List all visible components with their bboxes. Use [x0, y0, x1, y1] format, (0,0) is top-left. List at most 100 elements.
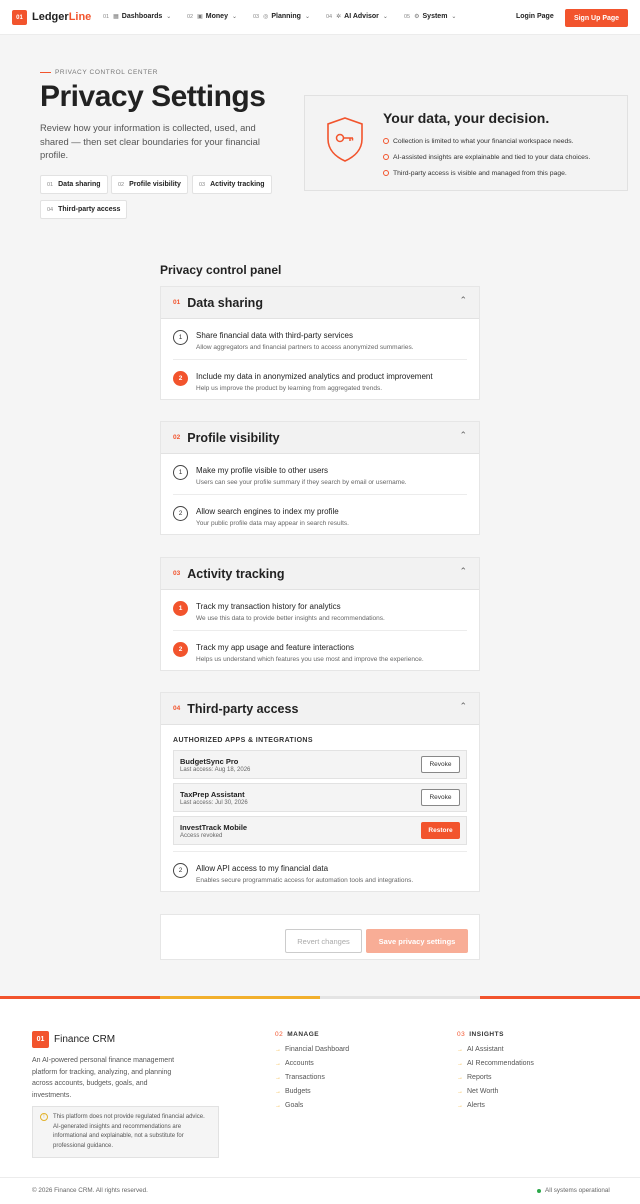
page-description: Review how your information is collected…	[40, 122, 260, 160]
app-last-access: Last access: Jul 30, 2026	[180, 800, 248, 806]
nav-item-ai-advisor[interactable]: 04 ✲ AI Advisor ⌄	[326, 13, 388, 20]
warning-icon: !	[40, 1113, 48, 1121]
app-name: InvestTrack Mobile	[180, 823, 248, 832]
app-name: BudgetSync Pro	[180, 757, 239, 766]
section-data-sharing: 01 Data sharing ⌃ 1 Share financial data…	[160, 286, 480, 400]
arrow-icon: →	[457, 1089, 463, 1095]
card-point-text: Collection is limited to what your finan…	[393, 137, 574, 145]
section-header[interactable]: 02 Profile visibility ⌃	[161, 422, 479, 454]
setting-row[interactable]: 2 Include my data in anonymized analytic…	[173, 359, 467, 399]
setting-description: Enables secure programmatic access for a…	[196, 877, 414, 884]
chip-third-party-access[interactable]: 04 Third-party access	[40, 200, 128, 219]
footer-link-label: Budgets	[285, 1088, 311, 1095]
footer-link[interactable]: → AI Recommendations	[457, 1060, 534, 1067]
footer-accent-bar	[480, 996, 640, 999]
footer-link[interactable]: → Alerts	[457, 1102, 485, 1109]
signup-button[interactable]: Sign Up Page	[565, 9, 628, 27]
setting-row[interactable]: 1 Share financial data with third-party …	[173, 319, 467, 359]
nav-num: 03	[253, 13, 260, 20]
brand-name-b: Line	[68, 11, 92, 23]
state-indicator[interactable]: 2	[173, 642, 188, 657]
footer-link[interactable]: → Reports	[457, 1074, 492, 1081]
card-point: AI-assisted insights are explainable and…	[383, 149, 590, 165]
footer-link[interactable]: → Goals	[275, 1102, 303, 1109]
footer-link[interactable]: → Financial Dashboard	[275, 1046, 349, 1053]
apps-heading: AUTHORIZED APPS & INTEGRATIONS	[173, 737, 313, 744]
chevron-up-icon[interactable]: ⌃	[459, 566, 467, 577]
chevron-up-icon[interactable]: ⌃	[459, 295, 467, 306]
chevron-down-icon: ⌄	[231, 14, 237, 20]
state-indicator[interactable]: 1	[173, 465, 188, 480]
setting-description: Help us improve the product by learning …	[196, 385, 383, 392]
status-dot-icon	[537, 1188, 541, 1193]
state-indicator[interactable]: 2	[173, 506, 188, 521]
nav-item-planning[interactable]: 03 ◎ Planning ⌄	[253, 13, 310, 20]
arrow-icon: →	[275, 1089, 281, 1095]
section-num: 03	[173, 570, 181, 577]
logo-badge[interactable]: 01	[12, 10, 27, 25]
setting-row[interactable]: 1 Make my profile visible to other users…	[173, 454, 467, 494]
footer-accent-bar	[320, 996, 480, 999]
chevron-up-icon[interactable]: ⌃	[459, 701, 467, 712]
setting-description: Your public profile data may appear in s…	[196, 520, 349, 527]
revoke-button[interactable]: Revoke	[421, 789, 460, 806]
app-item-taxprep: TaxPrep Assistant Last access: Jul 30, 2…	[173, 783, 467, 812]
app-name: TaxPrep Assistant	[180, 790, 245, 799]
nav-item-money[interactable]: 02 ▣ Money ⌄	[187, 13, 237, 20]
section-header[interactable]: 04 Third-party access ⌃	[161, 693, 479, 725]
footer-link-label: AI Assistant	[467, 1046, 504, 1053]
setting-description: Allow aggregators and financial partners…	[196, 344, 414, 351]
footer-link-label: Financial Dashboard	[285, 1046, 350, 1053]
login-link[interactable]: Login Page	[516, 13, 554, 20]
section-header[interactable]: 01 Data sharing ⌃	[161, 287, 479, 319]
footer-link[interactable]: → Accounts	[275, 1060, 314, 1067]
nav-num: 04	[326, 13, 333, 20]
state-indicator[interactable]: 1	[173, 601, 188, 616]
footer-brand[interactable]: Finance CRM	[54, 1034, 115, 1045]
card-title: Your data, your decision.	[383, 110, 550, 126]
footer-col-heading-manage: 02 MANAGE	[275, 1031, 319, 1038]
chip-num: 03	[199, 181, 206, 188]
chevron-up-icon[interactable]: ⌃	[459, 430, 467, 441]
nav-num: 05	[404, 13, 411, 20]
chip-activity-tracking[interactable]: 03 Activity tracking	[192, 175, 272, 194]
footer-link[interactable]: → Transactions	[275, 1074, 325, 1081]
restore-button[interactable]: Restore	[421, 822, 460, 839]
panel-title: Privacy control panel	[160, 263, 282, 277]
setting-row[interactable]: 1 Track my transaction history for analy…	[173, 590, 467, 630]
setting-description: We use this data to provide better insig…	[196, 615, 385, 622]
top-nav: 01 LedgerLine 01 ▦ Dashboards ⌄ 02 ▣ Money ⌄ 0…	[0, 0, 640, 35]
footer-link[interactable]: → AI Assistant	[457, 1046, 504, 1053]
save-button[interactable]: Save privacy settings	[366, 929, 468, 953]
state-indicator[interactable]: 1	[173, 330, 188, 345]
nav-item-system[interactable]: 05 ⚙ System ⌄	[404, 13, 456, 20]
setting-row[interactable]: 2 Allow search engines to index my profi…	[173, 494, 467, 534]
footer-col-heading-insights: 03 INSIGHTS	[457, 1031, 504, 1038]
footer-link[interactable]: → Budgets	[275, 1088, 311, 1095]
disclaimer-notice: ! This platform does not provide regulat…	[32, 1106, 219, 1158]
section-header[interactable]: 03 Activity tracking ⌃	[161, 558, 479, 590]
setting-row[interactable]: 2 Allow API access to my financial data …	[173, 851, 467, 891]
arrow-icon: →	[457, 1075, 463, 1081]
arrow-icon: →	[457, 1103, 463, 1109]
revert-button[interactable]: Revert changes	[285, 929, 362, 953]
setting-title: Track my app usage and feature interacti…	[196, 643, 355, 652]
app-status: Access revoked	[180, 833, 223, 839]
footer-logo-badge[interactable]: 01	[32, 1031, 49, 1048]
chip-profile-visibility[interactable]: 02 Profile visibility	[111, 175, 188, 194]
nav-item-dashboards[interactable]: 01 ▦ Dashboards ⌄	[103, 13, 171, 20]
state-indicator[interactable]: 2	[173, 371, 188, 386]
footer-link-label: Alerts	[467, 1102, 485, 1109]
revoke-button[interactable]: Revoke	[421, 756, 460, 773]
setting-row[interactable]: 2 Track my app usage and feature interac…	[173, 630, 467, 670]
footer-link[interactable]: → Net Worth	[457, 1088, 498, 1095]
page-title: Privacy Settings	[40, 80, 266, 113]
section-title: Data sharing	[187, 295, 263, 310]
arrow-icon: →	[275, 1061, 281, 1067]
nav-label: Planning	[271, 13, 301, 20]
nav-label: Money	[205, 13, 228, 20]
brand-logo[interactable]: LedgerLine	[32, 11, 91, 23]
state-indicator[interactable]: 2	[173, 863, 188, 878]
chip-data-sharing[interactable]: 01 Data sharing	[40, 175, 108, 194]
chip-label: Activity tracking	[210, 181, 265, 188]
